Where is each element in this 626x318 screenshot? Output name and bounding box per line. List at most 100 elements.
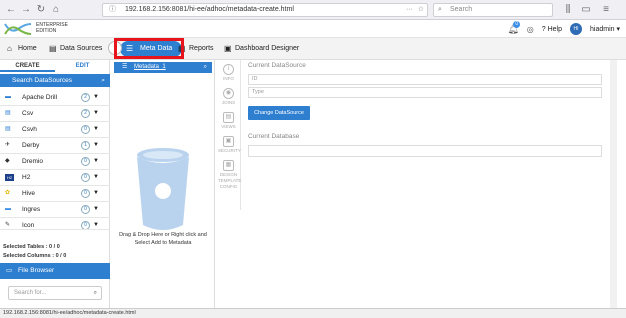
datasource-type-field[interactable]: Type bbox=[248, 87, 602, 98]
security-side-button[interactable]: ▣ SECURITY bbox=[218, 136, 241, 153]
help-link[interactable]: ? Help bbox=[542, 26, 562, 33]
search-datasources-bar[interactable]: Search DataSources ⌕ bbox=[0, 74, 110, 87]
search-icon[interactable]: ⌕ bbox=[94, 287, 97, 299]
joins-icon: ◉ bbox=[223, 88, 234, 99]
datasource-item[interactable]: ▤ Csvh 0 ▼ bbox=[0, 122, 110, 138]
question-icon: ? bbox=[541, 25, 546, 33]
reload-icon[interactable]: ↻ bbox=[35, 4, 47, 16]
current-database-field[interactable] bbox=[248, 145, 602, 157]
info-icon: i bbox=[223, 64, 234, 75]
design-template-icon: ▦ bbox=[223, 160, 234, 171]
csvh-icon: ▤ bbox=[5, 126, 11, 132]
design-template-side-button[interactable]: ▦ DESIGN TEMPLATE CONFIG bbox=[218, 160, 242, 190]
datasource-item[interactable]: ▬ Ingres 0 ▼ bbox=[0, 202, 110, 218]
tab-reports-label: Reports bbox=[189, 45, 214, 52]
caret-down-icon[interactable]: ▼ bbox=[93, 218, 99, 229]
caret-down-icon[interactable]: ▼ bbox=[93, 90, 99, 105]
home-browser-icon[interactable]: ⌂ bbox=[50, 4, 62, 16]
metadata-header[interactable]: ☰ Metadata_1 ⌕ bbox=[114, 62, 212, 73]
search-icon[interactable]: ⌕ bbox=[101, 74, 105, 87]
side-icon-column: i INFO ◉ JOINS ▤ VIEWS ▣ SECURITY ▦ DESIGN TE… bbox=[216, 60, 241, 210]
drop-text-line1: Drag & Drop Here or Right click and bbox=[119, 232, 207, 238]
tab-data-sources-label: Data Sources bbox=[60, 45, 103, 52]
tab-home[interactable]: ⌂ Home bbox=[4, 41, 37, 57]
caret-down-icon[interactable]: ▼ bbox=[93, 122, 99, 137]
joins-side-button[interactable]: ◉ JOINS bbox=[218, 88, 239, 105]
drop-instructions: Drag & Drop Here or Right click and Sele… bbox=[111, 231, 215, 247]
caret-down-icon[interactable]: ▼ bbox=[93, 186, 99, 201]
change-datasource-button[interactable]: Change DataSource bbox=[248, 106, 310, 120]
search-icon: ⌕ bbox=[438, 6, 442, 13]
more-icon[interactable]: ··· bbox=[406, 4, 413, 16]
datasource-item[interactable]: ✿ Hive 0 ▼ bbox=[0, 186, 110, 202]
search-icon[interactable]: ⌕ bbox=[204, 62, 207, 73]
tab-dashboard-designer[interactable]: ▣ Dashboard Designer bbox=[221, 41, 299, 57]
help-label: Help bbox=[547, 25, 563, 33]
csv-icon: ▤ bbox=[5, 110, 11, 116]
file-browser-button[interactable]: ▭ File Browser bbox=[0, 263, 110, 279]
caret-down-icon[interactable]: ▼ bbox=[93, 170, 99, 185]
user-menu[interactable]: hiadmin ▾ bbox=[590, 25, 620, 33]
security-label: SECURITY bbox=[218, 148, 241, 153]
address-bar[interactable]: ⓘ 192.168.2.156:8081/hi-ee/adhoc/metadat… bbox=[102, 3, 428, 17]
selected-columns: Selected Columns : 0 / 0 bbox=[3, 253, 67, 259]
caret-down-icon[interactable]: ▼ bbox=[93, 106, 99, 121]
tab-dashboard-designer-label: Dashboard Designer bbox=[235, 45, 300, 52]
tab-edit[interactable]: EDIT bbox=[55, 60, 110, 72]
vertical-scrollbar[interactable] bbox=[610, 60, 617, 308]
metadata-panel: ☰ Metadata_1 ⌕ Drag & Drop Here or Right… bbox=[111, 60, 215, 308]
views-label: VIEWS bbox=[221, 124, 236, 129]
tab-home-label: Home bbox=[18, 45, 37, 52]
caret-down-icon[interactable]: ▼ bbox=[93, 138, 99, 153]
type-placeholder: Type bbox=[252, 89, 264, 95]
search-for-placeholder: Search for... bbox=[14, 290, 47, 296]
views-side-button[interactable]: ▤ VIEWS bbox=[218, 112, 239, 129]
info-side-button[interactable]: i INFO bbox=[218, 64, 239, 81]
datasource-id-field[interactable]: ID bbox=[248, 74, 602, 85]
datasource-item[interactable]: ✈ Derby 1 ▼ bbox=[0, 138, 110, 154]
caret-down-icon[interactable]: ▼ bbox=[93, 202, 99, 217]
helical-logo bbox=[4, 23, 32, 35]
datasource-name: Icon bbox=[22, 222, 35, 229]
forward-arrow-icon[interactable]: → bbox=[20, 4, 32, 16]
browser-search-placeholder: Search bbox=[450, 6, 473, 13]
info-label: INFO bbox=[223, 76, 234, 81]
security-icon: ▣ bbox=[223, 136, 234, 147]
datasource-item[interactable]: ▬ Apache Drill 2 ▼ bbox=[0, 90, 110, 106]
notification-badge: 0 bbox=[513, 20, 521, 28]
datasource-name: H2 bbox=[22, 174, 31, 181]
datasource-item[interactable]: ◆ Dremio 0 ▼ bbox=[0, 154, 110, 170]
caret-down-icon[interactable]: ▼ bbox=[93, 154, 99, 169]
library-icon[interactable]: ⫼ bbox=[562, 4, 574, 16]
datasource-panel: CREATE EDIT Search DataSources ⌕ ▬ Apache… bbox=[0, 60, 110, 308]
datasource-name: Derby bbox=[22, 142, 40, 149]
design-template-label: DESIGN TEMPLATE CONFIG bbox=[218, 172, 242, 189]
info-icon[interactable]: ⓘ bbox=[109, 4, 116, 16]
lightbulb-icon[interactable]: ◎ bbox=[527, 25, 534, 34]
edition-label: ENTERPRISE EDITION bbox=[36, 22, 68, 34]
datasource-count: 1 bbox=[81, 141, 90, 150]
current-database-heading: Current Database bbox=[248, 133, 300, 140]
search-for-input[interactable]: Search for... ⌕ bbox=[8, 286, 102, 300]
bell-icon[interactable]: 🔔︎ 0 bbox=[507, 20, 521, 35]
datasource-count: 0 bbox=[81, 173, 90, 182]
hamburger-icon[interactable]: ≡ bbox=[600, 4, 612, 16]
address-url: 192.168.2.156:8081/hi-ee/adhoc/metadata-… bbox=[125, 6, 294, 13]
star-icon[interactable]: ☆ bbox=[418, 4, 424, 16]
datasource-count: 0 bbox=[81, 189, 90, 198]
file-browser-label: File Browser bbox=[18, 267, 55, 274]
back-arrow-icon[interactable]: ← bbox=[5, 4, 17, 16]
apache-drill-icon: ▬ bbox=[5, 94, 11, 100]
datasource-item[interactable]: ✎ Icon 0 ▼ bbox=[0, 218, 110, 230]
datasource-item[interactable]: ▤ Csv 2 ▼ bbox=[0, 106, 110, 122]
avatar[interactable]: HI bbox=[570, 23, 583, 35]
drop-text-line2: Select Add to Metadata bbox=[134, 240, 192, 246]
tab-create[interactable]: CREATE bbox=[0, 60, 55, 72]
status-bar: 192.168.2.156:8081/hi-ee/adhoc/metadata-… bbox=[0, 308, 626, 318]
datasource-item[interactable]: H2 H2 0 ▼ bbox=[0, 170, 110, 186]
main-tab-bar: ⌂ Home ▤ Data Sources ☰ Meta Data ▦ Reports … bbox=[0, 38, 626, 60]
tab-data-sources[interactable]: ▤ Data Sources bbox=[46, 41, 102, 57]
selected-tables: Selected Tables : 0 / 0 bbox=[3, 244, 60, 250]
sidebar-toggle-icon[interactable]: ▭ bbox=[580, 4, 592, 16]
browser-search-input[interactable]: ⌕ Search bbox=[433, 3, 553, 17]
